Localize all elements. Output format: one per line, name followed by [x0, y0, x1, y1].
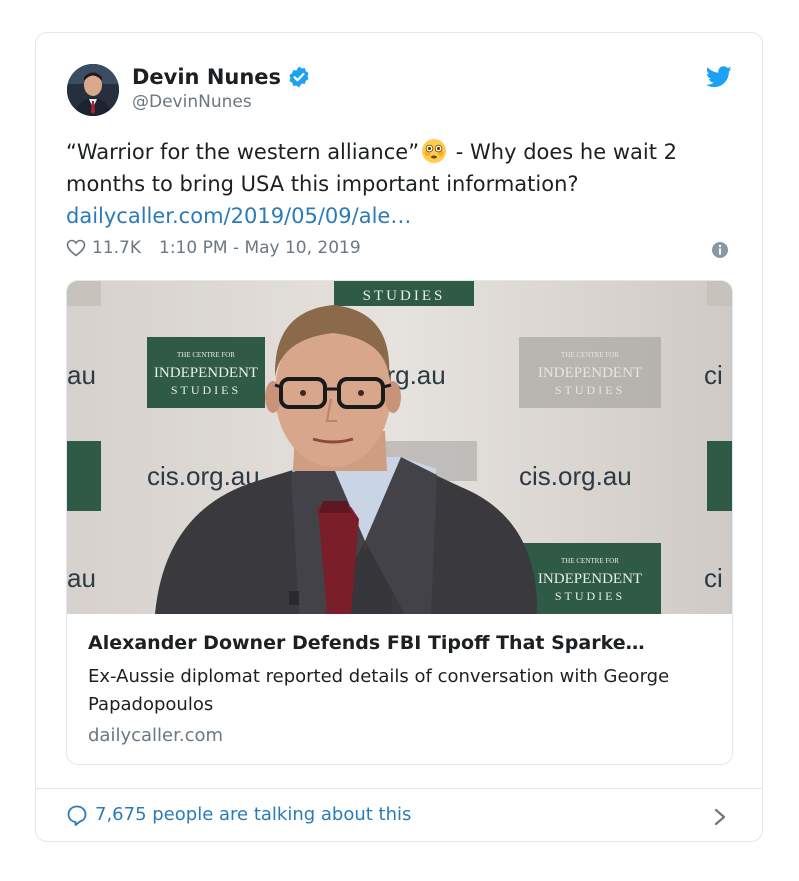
embedded-tweet-card: Devin Nunes @DevinNunes “Warrior for the… — [35, 32, 763, 842]
twitter-bird-icon[interactable] — [706, 66, 732, 88]
tweet-text-part-1: “Warrior for the western alliance” — [66, 140, 420, 164]
conversation-count-text[interactable]: 7,675 people are talking about this — [95, 803, 411, 827]
chevron-right-icon[interactable] — [713, 807, 727, 827]
card-domain: dailycaller.com — [88, 725, 224, 746]
card-title[interactable]: Alexander Downer Defends FBI Tipoff That… — [88, 631, 713, 655]
speech-bubble-icon — [67, 805, 87, 826]
tweet-timestamp[interactable]: 1:10 PM - May 10, 2019 — [159, 237, 361, 259]
logo-line1-right: THE CENTRE FOR — [561, 351, 619, 359]
logo-line1-bottom: THE CENTRE FOR — [561, 557, 619, 565]
logo-line2-bottom: INDEPENDENT — [538, 571, 642, 587]
svg-text:ci: ci — [704, 563, 723, 593]
author-name-text[interactable]: Devin Nunes — [132, 64, 281, 90]
banner-text: STUDIES — [363, 288, 446, 304]
author-handle[interactable]: @DevinNunes — [132, 91, 252, 113]
info-icon[interactable] — [711, 241, 729, 259]
author-name[interactable]: Devin Nunes — [132, 64, 311, 90]
web-text-right: cis.org.au — [519, 461, 632, 491]
tweet-text: “Warrior for the western alliance” - Why… — [66, 136, 746, 232]
logo-line3-left: STUDIES — [171, 383, 241, 397]
verified-badge-icon — [289, 66, 309, 88]
tweet-link[interactable]: dailycaller.com/2019/05/09/ale… — [66, 204, 411, 228]
svg-text:au: au — [67, 563, 96, 593]
like-count[interactable]: 11.7K — [92, 237, 141, 259]
tweet-meta: 11.7K 1:10 PM - May 10, 2019 — [66, 237, 361, 259]
footer-divider — [36, 788, 762, 789]
logo-line2-right: INDEPENDENT — [538, 365, 642, 381]
logo-line2-left: INDEPENDENT — [154, 365, 258, 381]
svg-text:ci: ci — [704, 360, 723, 390]
flushed-face-emoji-icon — [422, 139, 447, 163]
card-description: Ex-Aussie diplomat reported details of c… — [88, 666, 670, 715]
logo-line1-left: THE CENTRE FOR — [177, 351, 235, 359]
article-image[interactable]: STUDIES THE CENTRE FOR INDEPENDENT STUDI… — [67, 281, 733, 614]
conversation-link[interactable]: 7,675 people are talking about this — [66, 803, 411, 827]
logo-line3-right: STUDIES — [555, 383, 625, 397]
logo-line3-bottom: STUDIES — [555, 589, 625, 603]
author-avatar[interactable] — [67, 64, 119, 116]
heart-icon[interactable] — [66, 239, 86, 257]
svg-text:au: au — [67, 360, 96, 390]
link-preview-card[interactable]: STUDIES THE CENTRE FOR INDEPENDENT STUDI… — [66, 280, 733, 765]
